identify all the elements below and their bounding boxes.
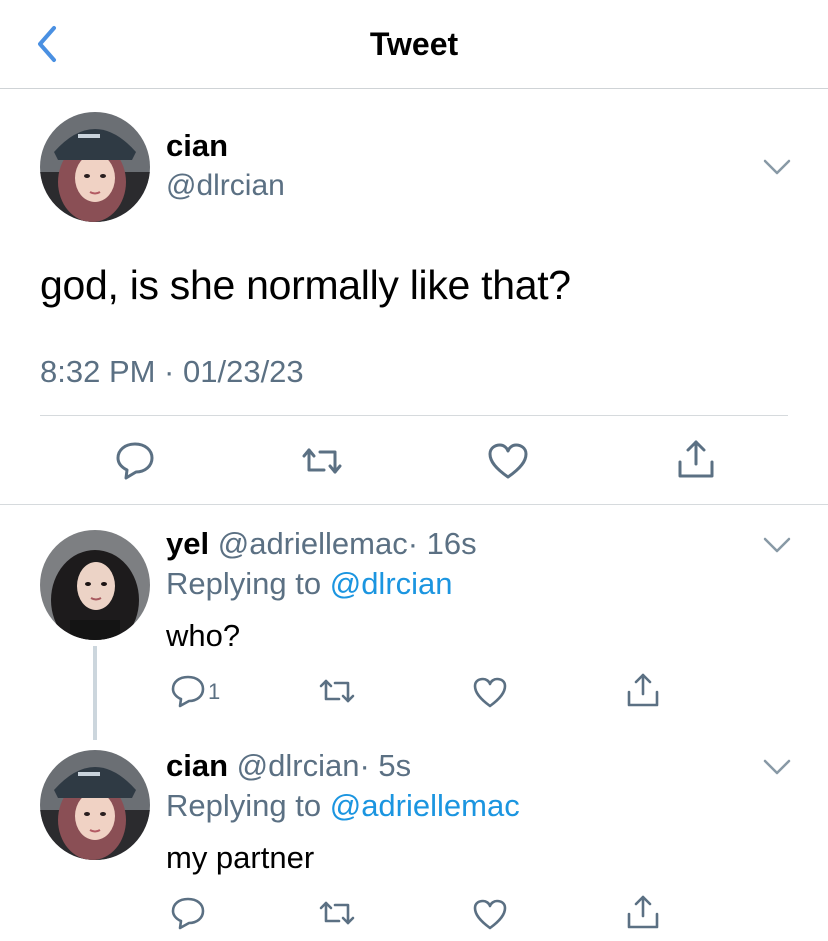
reply-time: · 16s: [407, 526, 477, 561]
replying-to-mention[interactable]: @dlrcian: [330, 566, 453, 601]
reply-text: who?: [166, 618, 241, 653]
retweet-icon[interactable]: [298, 444, 346, 478]
reply-header: cian @dlrcian· 5s: [166, 748, 411, 784]
tweet-text: god, is she normally like that?: [40, 262, 571, 308]
reply-author-name[interactable]: cian: [166, 748, 228, 783]
replying-to: Replying to @adriellemac: [166, 788, 520, 824]
reply-icon[interactable]: [170, 674, 206, 708]
share-icon[interactable]: [626, 672, 660, 708]
author-name[interactable]: cian: [166, 128, 228, 164]
chevron-down-icon[interactable]: [762, 158, 792, 176]
reply-count: 1: [208, 679, 221, 704]
retweet-icon[interactable]: [316, 898, 358, 928]
author-handle[interactable]: @dlrcian: [166, 168, 285, 204]
like-icon[interactable]: [487, 442, 529, 480]
reply-icon[interactable]: [114, 440, 156, 480]
page-title: Tweet: [369, 26, 459, 62]
top-nav-bar: Tweet: [0, 0, 828, 89]
like-icon[interactable]: [472, 898, 508, 930]
divider: [0, 504, 828, 505]
share-icon[interactable]: [626, 894, 660, 930]
thread-connector: [93, 646, 97, 740]
retweet-icon[interactable]: [316, 676, 358, 706]
like-icon[interactable]: [472, 676, 508, 708]
share-icon[interactable]: [676, 438, 716, 480]
avatar[interactable]: [40, 750, 150, 860]
replying-to: Replying to @dlrcian: [166, 566, 453, 602]
reply-author-name[interactable]: yel: [166, 526, 209, 561]
replying-to-mention[interactable]: @adriellemac: [330, 788, 520, 823]
reply-header: yel @adriellemac· 16s: [166, 526, 477, 562]
avatar[interactable]: [40, 112, 150, 222]
reply-text: my partner: [166, 840, 315, 875]
avatar[interactable]: [40, 530, 150, 640]
tweet-timestamp[interactable]: 8:32 PM · 01/23/23: [40, 354, 304, 390]
chevron-down-icon[interactable]: [762, 758, 792, 776]
reply-icon[interactable]: [170, 896, 206, 930]
replying-to-label: Replying to: [166, 788, 330, 823]
reply-time: · 5s: [359, 748, 412, 783]
reply-author-handle[interactable]: @dlrcian: [237, 748, 360, 783]
chevron-down-icon[interactable]: [762, 536, 792, 554]
replying-to-label: Replying to: [166, 566, 330, 601]
divider: [40, 415, 788, 416]
reply-author-handle[interactable]: @adriellemac: [218, 526, 408, 561]
